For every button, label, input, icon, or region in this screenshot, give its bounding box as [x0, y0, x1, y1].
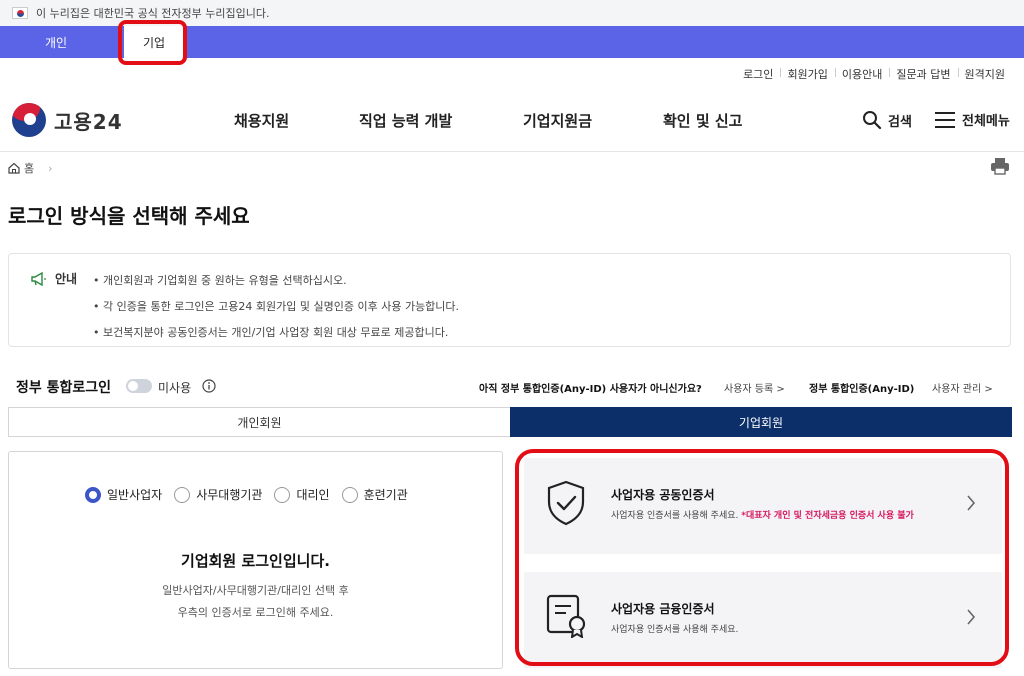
breadcrumb-home[interactable]: 홈 — [24, 160, 34, 176]
cert-options-highlight — [515, 449, 1009, 666]
gov-banner-text: 이 누리집은 대한민국 공식 전자정부 누리집입니다. — [36, 7, 270, 20]
nav-hiring-support[interactable]: 채용지원 — [234, 110, 289, 131]
radio-label: 사무대행기관 — [196, 488, 263, 502]
notice-item: • 보건복지분야 공동인증서는 개인/기업 사업장 회원 대상 무료로 제공합니… — [93, 326, 449, 339]
corporate-login-title: 기업회원 로그인입니다. — [181, 552, 330, 570]
menu-label: 전체메뉴 — [962, 114, 1010, 129]
guide-link[interactable]: 이용안내 — [834, 66, 889, 82]
hamburger-icon — [935, 111, 955, 128]
radio-label: 대리인 — [296, 488, 330, 502]
search-button[interactable]: 검색 — [862, 110, 912, 130]
desc-line: 일반사업자/사무대행기관/대리인 선택 후 — [162, 584, 349, 597]
site-logo[interactable]: 고용24 — [12, 103, 123, 137]
business-type-radio-group: 일반사업자 사무대행기관 대리인 훈련기관 — [85, 486, 420, 503]
radio-label: 일반사업자 — [107, 488, 163, 502]
qna-link[interactable]: 질문과 답변 — [889, 66, 957, 82]
gov-login-title: 정부 통합로그인 — [16, 380, 112, 396]
notice-items: • 개인회원과 기업회원 중 원하는 유형을 선택하십시오. • 각 인증을 통… — [93, 268, 459, 346]
nav-job-training[interactable]: 직업 능력 개발 — [359, 110, 452, 131]
notice-item: • 각 인증을 통한 로그인은 고용24 회원가입 및 실명인증 이후 사용 가… — [93, 300, 460, 313]
radio-selected-icon — [85, 486, 101, 503]
anyid-label: 정부 통합인증(Any-ID) — [809, 384, 915, 395]
notice-box: 안내 • 개인회원과 기업회원 중 원하는 유형을 선택하십시오. • 각 인증… — [8, 253, 1011, 347]
search-icon — [863, 111, 882, 130]
anyid-question: 아직 정부 통합인증(Any-ID) 사용자가 아니신가요? — [479, 384, 702, 395]
notice-label: 안내 — [31, 270, 77, 287]
info-icon[interactable] — [202, 379, 216, 393]
radio-proxy[interactable]: 대리인 — [274, 486, 330, 503]
desc-line: 우측의 인증서로 로그인해 주세요. — [177, 606, 334, 619]
tab-personal[interactable]: 개인 — [8, 26, 104, 58]
nav-confirm-report[interactable]: 확인 및 신고 — [663, 110, 742, 131]
nav-corporate-subsidy[interactable]: 기업지원금 — [523, 110, 592, 131]
logo-mark-icon — [12, 103, 46, 137]
notice-item: • 개인회원과 기업회원 중 원하는 유형을 선택하십시오. — [93, 274, 347, 287]
site-header: 고용24 채용지원 직업 능력 개발 기업지원금 확인 및 신고 검색 전체메뉴 — [0, 92, 1024, 152]
anyid-manage-link[interactable]: 사용자 관리 > — [932, 380, 993, 395]
login-link[interactable]: 로그인 — [736, 66, 780, 82]
print-icon[interactable] — [990, 157, 1010, 175]
radio-label: 훈련기관 — [363, 488, 408, 502]
all-menu-button[interactable]: 전체메뉴 — [934, 110, 1010, 129]
utility-links: 로그인 회원가입 이용안내 질문과 답변 원격지원 — [736, 66, 1012, 82]
gov-login-toggle[interactable] — [126, 379, 152, 393]
breadcrumb: 홈 › — [8, 160, 53, 176]
corporate-login-panel: 일반사업자 사무대행기관 대리인 훈련기관 기업회원 로그인입니다. 일반사업자… — [8, 451, 503, 669]
signup-link[interactable]: 회원가입 — [780, 66, 834, 82]
member-type-tabs: 개인회원 기업회원 — [8, 407, 1012, 437]
tab-personal-member[interactable]: 개인회원 — [9, 408, 510, 436]
tab-corporate-member[interactable]: 기업회원 — [510, 407, 1012, 437]
megaphone-icon — [31, 271, 46, 286]
radio-general-business[interactable]: 일반사업자 — [85, 486, 162, 503]
gov-login-toggle-label: 미사용 — [158, 381, 192, 395]
remote-support-link[interactable]: 원격지원 — [957, 66, 1012, 82]
logo-text: 고용24 — [54, 109, 123, 134]
page-title: 로그인 방식을 선택해 주세요 — [8, 204, 250, 228]
radio-agency[interactable]: 사무대행기관 — [174, 486, 262, 503]
radio-unselected-icon — [174, 486, 191, 503]
korea-flag-icon — [12, 7, 28, 19]
home-icon[interactable] — [8, 162, 20, 174]
notice-label-text: 안내 — [55, 272, 78, 286]
search-label: 검색 — [888, 114, 912, 130]
radio-training-institution[interactable]: 훈련기관 — [341, 486, 408, 503]
corporate-login-desc: 일반사업자/사무대행기관/대리인 선택 후 우측의 인증서로 로그인해 주세요. — [9, 580, 502, 624]
radio-unselected-icon — [274, 486, 291, 503]
anyid-register-link[interactable]: 사용자 등록 > — [724, 380, 785, 395]
chevron-right-icon: › — [48, 161, 53, 175]
corporate-tab-highlight — [118, 20, 187, 65]
radio-unselected-icon — [341, 486, 358, 503]
